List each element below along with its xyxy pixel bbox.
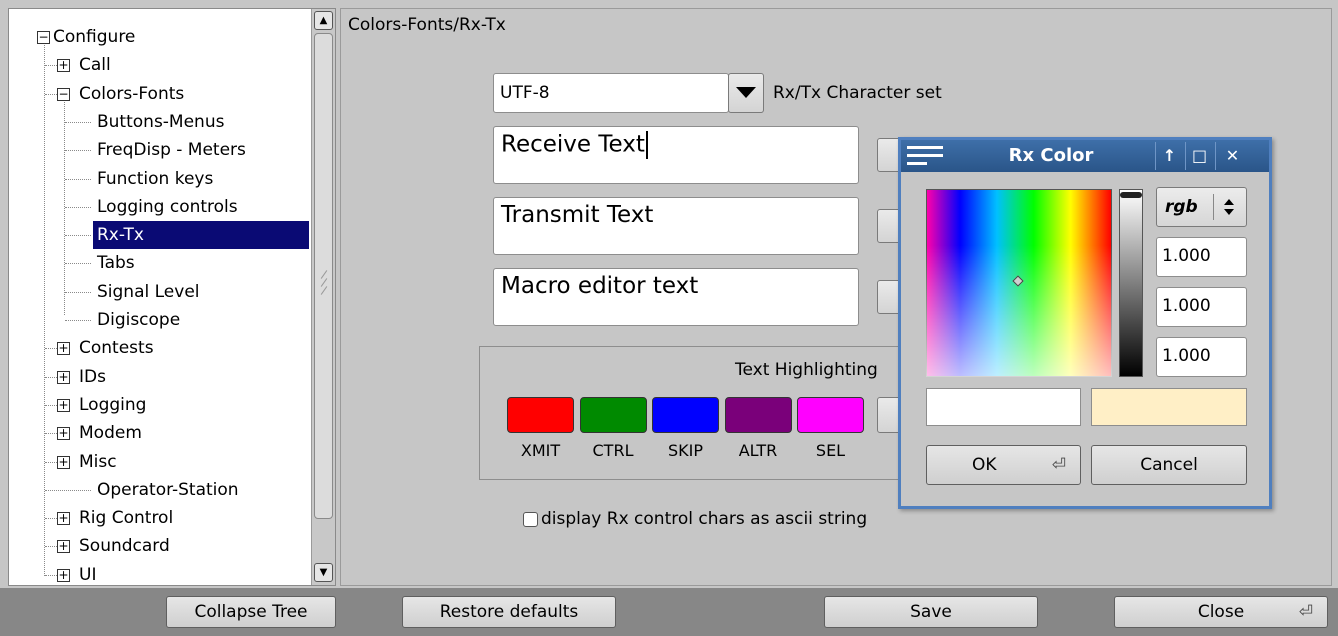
panel-title: Colors-Fonts/Rx-Tx	[348, 15, 506, 35]
expand-toggle-icon[interactable]: +	[57, 370, 70, 384]
tree-item-label: Rx-Tx	[93, 221, 309, 250]
save-button[interactable]: Save	[824, 596, 1038, 628]
text-caret	[645, 131, 648, 159]
tree-item-label: Contests	[79, 338, 154, 359]
collapse-toggle-icon[interactable]: −	[37, 31, 50, 44]
original-color-preview	[926, 388, 1081, 426]
expand-toggle-icon[interactable]: +	[57, 540, 70, 554]
green-input[interactable]: 1.000	[1156, 287, 1247, 327]
highlight-color-button[interactable]	[507, 397, 574, 433]
highlight-color-button[interactable]	[652, 397, 719, 433]
close-button[interactable]: Close ⏎	[1114, 596, 1328, 628]
scroll-up-button[interactable]: ▲	[314, 11, 333, 30]
up-down-icon	[1224, 199, 1234, 215]
tree-item-label: Soundcard	[79, 536, 170, 557]
ascii-checkbox-label: display Rx control chars as ascii string	[541, 509, 868, 529]
collapse-tree-button[interactable]: Collapse Tree	[166, 596, 336, 628]
tree-item-label: FreqDisp - Meters	[97, 140, 246, 161]
tree-item-label: Rig Control	[79, 508, 174, 529]
expand-toggle-icon[interactable]: +	[57, 512, 70, 526]
tree-item-label: Buttons-Menus	[97, 111, 225, 132]
bottom-bar: Collapse Tree Restore defaults Save Clos…	[0, 588, 1338, 636]
cancel-button[interactable]: Cancel	[1091, 445, 1247, 485]
chevron-down-icon	[736, 87, 756, 98]
collapse-toggle-icon[interactable]: −	[57, 87, 70, 101]
highlight-color-button[interactable]	[724, 397, 792, 433]
close-icon[interactable]: ✕	[1215, 142, 1249, 170]
highlight-title: Text Highlighting	[735, 360, 878, 380]
tree-item-label: Function keys	[97, 168, 214, 189]
scroll-thumb[interactable]	[314, 33, 333, 519]
color-mode-value: rgb	[1165, 197, 1198, 217]
scroll-down-button[interactable]: ▼	[314, 563, 333, 582]
tree-item-label: Misc	[79, 451, 117, 472]
ok-button[interactable]: OK ⏎	[926, 445, 1081, 485]
transmit-text-field[interactable]: Transmit Text	[493, 197, 859, 255]
blue-input[interactable]: 1.000	[1156, 337, 1247, 377]
shade-up-icon[interactable]: ↑	[1155, 142, 1183, 170]
dialog-titlebar[interactable]: Rx Color ↑ □ ✕	[901, 140, 1269, 172]
tree-item-label: Modem	[79, 423, 142, 444]
red-input[interactable]: 1.000	[1156, 237, 1247, 277]
config-tree[interactable]: − Configure + Call − Colors-Fonts Buttons-Menu…	[8, 8, 336, 586]
expand-toggle-icon[interactable]: +	[57, 568, 70, 582]
receive-text-field[interactable]: Receive Text	[493, 126, 859, 184]
expand-toggle-icon[interactable]: +	[57, 427, 70, 441]
rx-color-dialog: Rx Color ↑ □ ✕ rgb 1.000 1.000 1.000 OK …	[898, 137, 1272, 509]
highlight-color-button[interactable]	[579, 397, 647, 433]
maximize-icon[interactable]: □	[1185, 142, 1213, 170]
tree-item-label: UI	[79, 564, 97, 585]
highlight-color-button[interactable]	[797, 397, 864, 433]
tree-guide-line	[64, 93, 65, 315]
ok-label: OK	[972, 455, 997, 475]
expand-toggle-icon[interactable]: +	[57, 59, 70, 73]
tree-item-label: IDs	[79, 366, 106, 387]
value-slider[interactable]	[1119, 189, 1143, 377]
enter-icon: ⏎	[1051, 455, 1066, 475]
tree-item-label: Operator-Station	[97, 479, 239, 500]
tree-item-label: Digiscope	[97, 310, 181, 330]
ascii-checkbox[interactable]	[523, 512, 538, 527]
charset-input[interactable]: UTF-8	[493, 73, 729, 113]
enter-icon: ⏎	[1298, 602, 1313, 622]
expand-toggle-icon[interactable]: +	[57, 455, 70, 469]
tree-item-label: Tabs	[97, 253, 135, 274]
tree-scrollbar[interactable]: ▲ ▼	[311, 9, 335, 585]
close-label: Close	[1197, 602, 1245, 622]
tree-item-label: Colors-Fonts	[79, 83, 185, 104]
macro-text-field[interactable]: Macro editor text	[493, 268, 859, 326]
grip-line	[320, 286, 328, 295]
tree-guide-line	[44, 31, 45, 576]
tree-item-label: Logging	[79, 394, 147, 415]
new-color-preview	[1091, 388, 1247, 426]
restore-defaults-button[interactable]: Restore defaults	[402, 596, 616, 628]
value-slider-handle[interactable]	[1120, 192, 1142, 198]
tree-item-label: Signal Level	[97, 281, 200, 302]
charset-dropdown-button[interactable]	[728, 73, 764, 113]
highlight-color-label: XMIT	[520, 441, 561, 460]
tree-item-label: Call	[79, 55, 111, 76]
tree-item-label: Configure	[53, 27, 136, 47]
charset-label: Rx/Tx Character set	[773, 83, 942, 103]
expand-toggle-icon[interactable]: +	[57, 342, 70, 356]
color-mode-select[interactable]: rgb	[1156, 187, 1247, 227]
expand-toggle-icon[interactable]: +	[57, 398, 70, 412]
highlight-color-label: SEL	[815, 441, 846, 460]
receive-text-value: Receive Text	[501, 131, 645, 158]
highlight-color-label: SKIP	[667, 441, 703, 460]
highlight-color-label: ALTR	[738, 441, 778, 460]
tree-item-label: Logging controls	[97, 196, 238, 217]
highlight-color-label: CTRL	[592, 441, 634, 460]
